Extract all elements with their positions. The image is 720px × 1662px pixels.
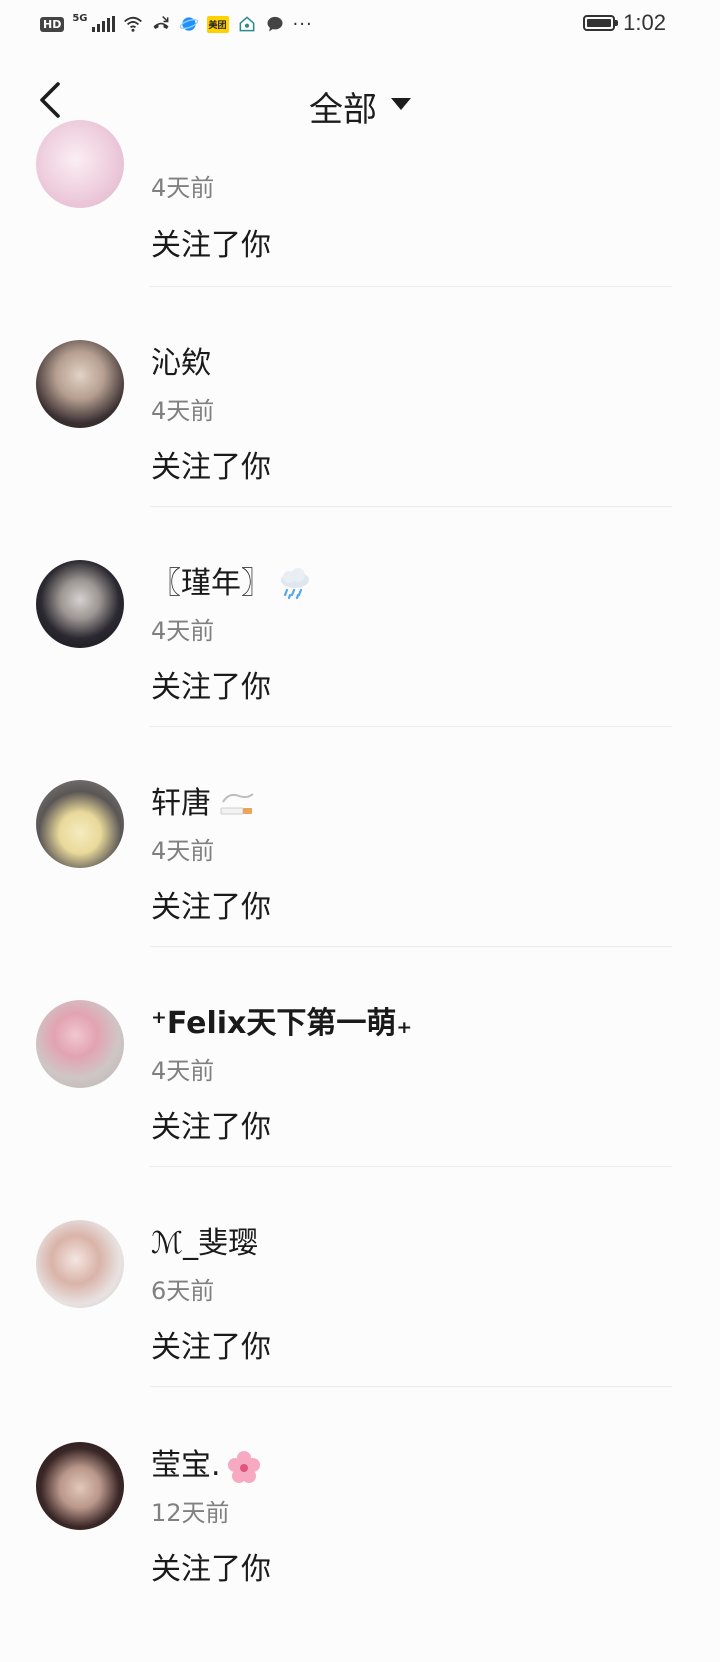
action-text: 关注了你: [151, 1552, 271, 1587]
list-item[interactable]: ⁺Felix天下第一萌₊ 4天前 关注了你: [0, 1000, 720, 1220]
timestamp: 4天前: [151, 174, 215, 202]
notification-list: 4天前 关注了你 沁欸 4天前 关注了你 〖瑾年〗 4天前 关注了你 轩唐 4天…: [0, 0, 720, 1600]
user-name[interactable]: ℳ_斐璎: [151, 1218, 258, 1262]
user-name[interactable]: 〖瑾年〗: [151, 558, 313, 602]
action-text: 关注了你: [151, 1330, 271, 1365]
timestamp: 4天前: [151, 397, 215, 425]
timestamp: 12天前: [151, 1499, 230, 1527]
list-item[interactable]: 4天前 关注了你: [0, 120, 720, 372]
user-name[interactable]: 沁欸: [151, 338, 211, 382]
action-text: 关注了你: [151, 1110, 271, 1145]
avatar[interactable]: [36, 1220, 124, 1308]
divider: [150, 1166, 672, 1167]
rain-cloud-icon: [281, 567, 309, 599]
user-name[interactable]: ⁺Felix天下第一萌₊: [151, 998, 412, 1042]
list-item[interactable]: 轩唐 4天前 关注了你: [0, 780, 720, 1000]
user-name[interactable]: 莹宝.: [151, 1440, 261, 1484]
list-item[interactable]: 莹宝. 12天前 关注了你: [0, 1442, 720, 1662]
cherry-blossom-icon: [227, 1450, 260, 1483]
list-item[interactable]: ℳ_斐璎 6天前 关注了你: [0, 1220, 720, 1440]
divider: [150, 726, 672, 727]
avatar[interactable]: [36, 780, 124, 868]
avatar[interactable]: [36, 340, 124, 428]
user-name[interactable]: 轩唐: [151, 778, 257, 822]
action-text: 关注了你: [151, 228, 271, 263]
timestamp: 4天前: [151, 617, 215, 645]
divider: [150, 286, 672, 287]
avatar[interactable]: [36, 120, 124, 208]
action-text: 关注了你: [151, 670, 271, 705]
divider: [150, 946, 672, 947]
list-item[interactable]: 〖瑾年〗 4天前 关注了你: [0, 560, 720, 780]
timestamp: 6天前: [151, 1277, 215, 1305]
cigarette-icon: [220, 792, 254, 814]
list-item[interactable]: 沁欸 4天前 关注了你: [0, 340, 720, 560]
action-text: 关注了你: [151, 890, 271, 925]
timestamp: 4天前: [151, 1057, 215, 1085]
divider: [150, 1386, 672, 1387]
timestamp: 4天前: [151, 837, 215, 865]
divider: [150, 506, 672, 507]
avatar[interactable]: [36, 1000, 124, 1088]
action-text: 关注了你: [151, 450, 271, 485]
avatar[interactable]: [36, 1442, 124, 1530]
avatar[interactable]: [36, 560, 124, 648]
